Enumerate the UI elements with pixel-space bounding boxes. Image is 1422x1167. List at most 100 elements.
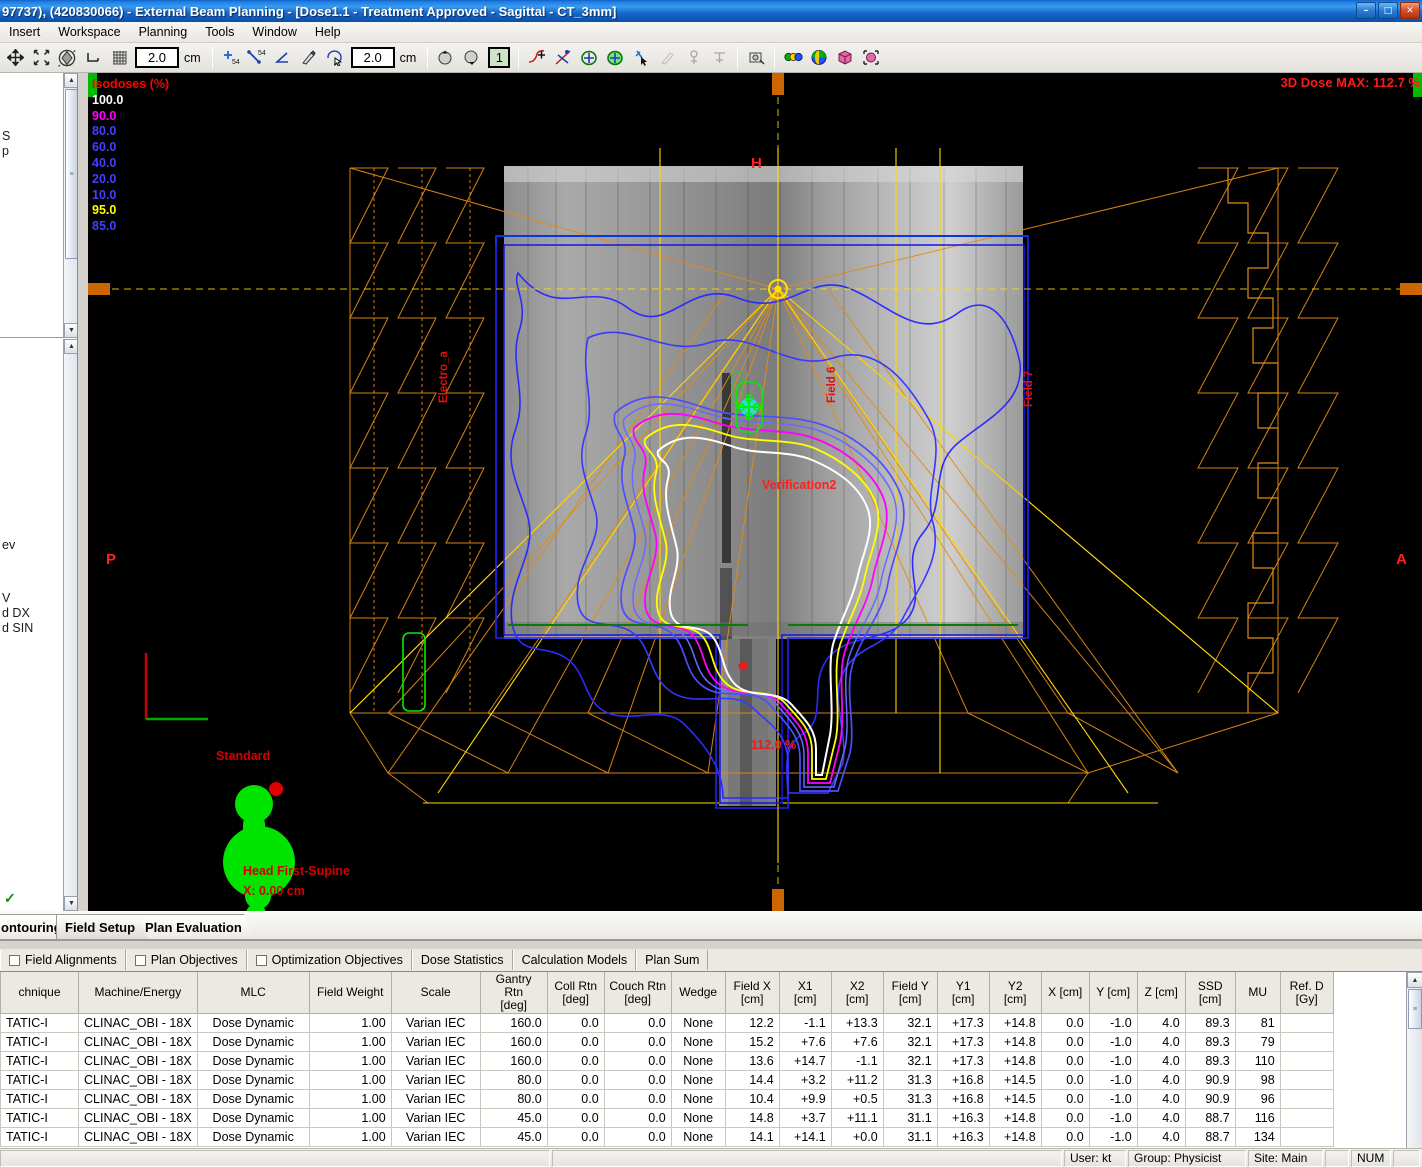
table-cell[interactable]: TATIC-I [0,1108,79,1128]
ruler-icon[interactable] [81,46,105,70]
column-header-mu[interactable]: MU [1234,972,1281,1014]
button-calculation-models[interactable]: Calculation Models [512,950,637,970]
table-cell[interactable]: 89.3 [1184,1032,1236,1052]
checkbox-icon[interactable] [9,954,20,966]
table-cell[interactable]: 0.0 [546,1013,605,1033]
table-cell[interactable]: -1.0 [1088,1051,1138,1071]
table-cell[interactable]: Varian IEC [390,1089,481,1109]
table-cell[interactable]: 4.0 [1136,1051,1186,1071]
menu-item-help[interactable]: Help [306,23,350,41]
button-plan-objectives[interactable]: Plan Objectives [125,950,247,970]
table-cell[interactable]: Varian IEC [390,1127,481,1147]
column-header-wedge[interactable]: Wedge [670,972,726,1014]
table-cell[interactable]: 0.0 [546,1070,605,1090]
table-cell[interactable]: 0.0 [1040,1127,1090,1147]
table-row[interactable]: TATIC-I CLINAC_OBI - 18X Dose Dynamic 1.00 V… [0,1070,1334,1090]
table-cell[interactable]: 80.0 [479,1070,548,1090]
table-cell[interactable]: CLINAC_OBI - 18X [78,1032,198,1052]
table-cell[interactable] [1279,1127,1334,1147]
column-header-machine-energy[interactable]: Machine/Energy [78,972,198,1014]
snapshot-icon[interactable] [744,46,768,70]
3d-sphere-icon[interactable] [807,46,831,70]
table-cell[interactable]: 32.1 [882,1013,938,1033]
sagittal-dose-viewport[interactable]: Isodoses (%) 100.0 90.0 80.0 60.0 40.0 2… [88,73,1422,911]
next-slice-icon[interactable] [460,46,484,70]
table-cell[interactable]: 4.0 [1136,1127,1186,1147]
table-cell[interactable]: 4.0 [1136,1032,1186,1052]
table-cell[interactable]: 79 [1234,1032,1281,1052]
table-cell[interactable]: Dose Dynamic [196,1108,310,1128]
table-cell[interactable]: 1.00 [308,1032,392,1052]
table-row[interactable]: TATIC-I CLINAC_OBI - 18X Dose Dynamic 1.00 V… [0,1089,1334,1109]
table-cell[interactable] [1279,1013,1334,1033]
table-cell[interactable]: 0.0 [603,1051,672,1071]
column-header-y1[interactable]: Y1 [cm] [936,972,990,1014]
isodose-icon[interactable] [577,46,601,70]
table-cell[interactable]: Dose Dynamic [196,1032,310,1052]
table-cell[interactable]: 15.2 [724,1032,780,1052]
previous-slice-icon[interactable] [434,46,458,70]
table-cell[interactable]: TATIC-I [0,1127,79,1147]
table-cell[interactable]: +16.8 [936,1070,990,1090]
table-cell[interactable]: TATIC-I [0,1013,79,1033]
table-cell[interactable]: 88.7 [1184,1108,1236,1128]
table-cell[interactable]: Dose Dynamic [196,1089,310,1109]
table-cell[interactable]: 0.0 [1040,1032,1090,1052]
table-cell[interactable]: 0.0 [546,1051,605,1071]
table-cell[interactable]: +3.7 [778,1108,832,1128]
table-cell[interactable]: +0.0 [830,1127,884,1147]
column-header-couch-rtn[interactable]: Couch Rtn [deg] [603,972,672,1014]
table-cell[interactable]: 0.0 [546,1108,605,1128]
table-cell[interactable]: +13.3 [830,1013,884,1033]
table-cell[interactable]: 110 [1234,1051,1281,1071]
table-cell[interactable]: 10.4 [724,1089,780,1109]
column-header-chnique[interactable]: chnique [0,972,79,1014]
table-cell[interactable]: +7.6 [778,1032,832,1052]
add-point-icon[interactable]: 54 [219,46,243,70]
button-field-alignments[interactable]: Field Alignments [0,950,126,970]
table-cell[interactable]: 45.0 [479,1108,548,1128]
column-header-coll-rtn[interactable]: Coll Rtn [deg] [546,972,605,1014]
table-cell[interactable]: 116 [1234,1108,1281,1128]
table-cell[interactable]: None [670,1108,726,1128]
table-cell[interactable]: -1.0 [1088,1108,1138,1128]
table-cell[interactable]: +16.3 [936,1127,990,1147]
table-cell[interactable]: 4.0 [1136,1013,1186,1033]
grid-icon[interactable] [107,46,131,70]
table-cell[interactable]: Varian IEC [390,1032,481,1052]
table-cell[interactable]: +14.5 [988,1089,1042,1109]
checkbox-icon[interactable] [134,954,146,966]
field-table-container[interactable]: chnique Machine/Energy MLC Field Weight Scal… [0,971,1422,1148]
table-cell[interactable]: +14.1 [778,1127,832,1147]
pan-move-icon[interactable] [3,46,27,70]
table-cell[interactable]: +17.3 [936,1051,990,1071]
maximize-button[interactable]: □ [1378,2,1398,19]
scroll-down-arrow[interactable]: ▼ [64,323,77,338]
table-cell[interactable]: None [670,1051,726,1071]
table-cell[interactable]: 1.00 [308,1127,392,1147]
table-row[interactable]: TATIC-I CLINAC_OBI - 18X Dose Dynamic 1.00 V… [0,1127,1334,1147]
table-cell[interactable]: +14.7 [778,1051,832,1071]
needle-icon[interactable] [629,46,653,70]
table-cell[interactable]: 90.9 [1184,1070,1236,1090]
table-cell[interactable]: 0.0 [1040,1013,1090,1033]
table-cell[interactable]: +7.6 [830,1032,884,1052]
tab-plan-evaluation[interactable]: Plan Evaluation [136,914,254,939]
button-plan-sum[interactable]: Plan Sum [636,950,709,970]
table-cell[interactable]: 80.0 [479,1089,548,1109]
table-cell[interactable]: 1.00 [308,1013,392,1033]
dose-curve-icon[interactable] [525,46,549,70]
close-button[interactable]: ✕ [1400,2,1420,19]
rotate-3d-icon[interactable] [55,46,79,70]
table-cell[interactable]: 32.1 [882,1051,938,1071]
table-row[interactable]: TATIC-I CLINAC_OBI - 18X Dose Dynamic 1.00 V… [0,1051,1334,1071]
slice-thickness-input[interactable]: 2.0 [350,47,395,68]
table-cell[interactable]: 90.9 [1184,1089,1236,1109]
table-cell[interactable]: 0.0 [603,1070,672,1090]
table-cell[interactable]: Dose Dynamic [196,1051,310,1071]
column-header-ssd[interactable]: SSD [cm] [1184,972,1236,1014]
table-scrollbar-thumb[interactable]: ≡ [1408,989,1422,1029]
checkbox-icon[interactable] [255,954,267,966]
table-cell[interactable]: +16.8 [936,1089,990,1109]
table-cell[interactable]: -1.0 [1088,1070,1138,1090]
